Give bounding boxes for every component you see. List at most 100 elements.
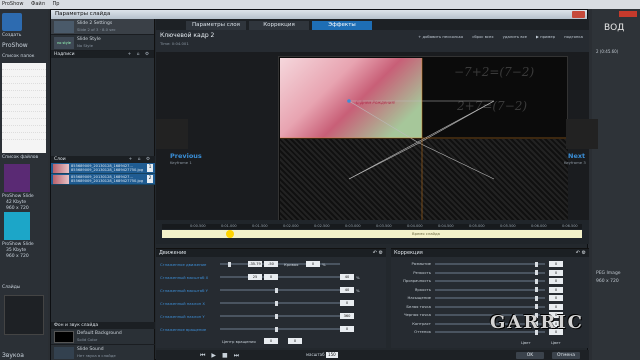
- correction-row: 0: [435, 278, 585, 284]
- correction-slider[interactable]: [435, 278, 545, 284]
- rotation-center-y[interactable]: 0: [288, 338, 302, 344]
- slider-knob[interactable]: [275, 313, 278, 319]
- file-thumb-2[interactable]: [4, 212, 30, 240]
- timeline-track[interactable]: Время слайда: [162, 230, 582, 238]
- stop-button[interactable]: ■: [222, 352, 228, 360]
- preview-canvas[interactable]: С Днем Рождения! −7+2=(7−2) 2+7=(7−2): [278, 56, 568, 223]
- add-keyframes-button[interactable]: + добавить несколько: [416, 33, 465, 40]
- slides-tab-label[interactable]: Слайды: [2, 285, 20, 290]
- next-keyframe-thumb[interactable]: [566, 119, 598, 149]
- slider-knob[interactable]: [535, 287, 538, 292]
- captions-tools[interactable]: + ⌂ ⚙: [127, 51, 151, 58]
- correction-row-label: Прозрачность: [403, 278, 431, 283]
- slide-settings-item[interactable]: Slide 2 Settings Slide 2 of 3 · 8.0 sec: [51, 19, 154, 35]
- motion-row-value-main[interactable]: 40: [340, 274, 354, 280]
- zoom-input[interactable]: 150: [325, 352, 338, 358]
- layer-row-1[interactable]: 855689009_20130128_1689427... 855689009_…: [51, 163, 155, 174]
- keyframe-timeline[interactable]: 0:00.500 0:01.000 0:01.500 0:02.000 0:02.500…: [156, 220, 589, 244]
- slider-knob[interactable]: [535, 295, 538, 301]
- slider-knob[interactable]: [275, 326, 278, 332]
- motion-row-value-2[interactable]: -50: [264, 261, 278, 267]
- motion-row-value-2[interactable]: 0: [264, 274, 278, 280]
- create-button[interactable]: [2, 13, 22, 31]
- color-label-2: Цвет: [551, 340, 561, 345]
- delete-all-button[interactable]: удалить все: [501, 33, 529, 40]
- cancel-button[interactable]: Отмена: [552, 352, 580, 359]
- menu-item-proshow[interactable]: ProShow: [2, 1, 23, 7]
- app-right-panel: ВОД 2 (0:45.60) PEG Image 960 x 720: [592, 9, 640, 360]
- tab-layer-settings[interactable]: Параметры слоя: [186, 21, 246, 30]
- app-menubar: ProShow Файл Пр: [0, 0, 640, 9]
- slide-sound-item[interactable]: Slide Sound Нет звука в слайде: [51, 345, 155, 360]
- file-thumb-1-name: ProShow Slide: [2, 194, 34, 199]
- correction-row: 0: [435, 269, 585, 276]
- slider-knob[interactable]: [535, 261, 538, 267]
- tab-correction[interactable]: Коррекция: [249, 21, 309, 30]
- motion-row-value-main[interactable]: 360: [340, 313, 354, 319]
- slider-knob[interactable]: [535, 278, 538, 284]
- slider-knob[interactable]: [535, 270, 538, 275]
- correction-value[interactable]: 0: [549, 261, 563, 267]
- motion-row-slider[interactable]: [220, 326, 340, 332]
- motion-panel-tools[interactable]: ↶ ⚙: [373, 249, 383, 257]
- motion-row: Сглаженный наклон X 0: [160, 300, 384, 306]
- menu-item-edit[interactable]: Пр: [52, 1, 59, 7]
- motion-row-label: Сглаженный масштаб Y: [160, 287, 208, 293]
- slide-style-item[interactable]: no style Slide Style No Style: [51, 35, 154, 51]
- motion-row-value-1[interactable]: 25: [248, 274, 262, 280]
- slider-knob[interactable]: [275, 287, 278, 293]
- correction-row-label: Оттенок: [414, 329, 431, 334]
- tab-effects[interactable]: Эффекты: [312, 21, 372, 30]
- previous-button[interactable]: ⏮: [200, 352, 205, 360]
- motion-row-value-main[interactable]: 0: [340, 326, 354, 332]
- timeline-tick: 0:06.000: [531, 224, 547, 228]
- correction-value[interactable]: 0: [549, 303, 563, 310]
- folder-tree[interactable]: [2, 63, 46, 153]
- correction-slider[interactable]: [435, 287, 545, 292]
- rotation-center-x[interactable]: 0: [264, 338, 278, 344]
- correction-slider[interactable]: [435, 270, 545, 275]
- previous-keyframe-thumb[interactable]: [156, 119, 188, 149]
- example-button[interactable]: ▶ пример: [534, 33, 557, 40]
- correction-panel-tools[interactable]: ↶ ⚙: [576, 249, 586, 257]
- menu-item-file[interactable]: Файл: [31, 1, 45, 7]
- app-close-button[interactable]: [619, 11, 637, 17]
- correction-value[interactable]: 0: [549, 295, 563, 301]
- reset-all-button[interactable]: сброс всех: [470, 33, 495, 40]
- motion-row-slider[interactable]: [220, 287, 340, 293]
- correction-value[interactable]: 0: [549, 286, 563, 293]
- correction-value[interactable]: 0: [549, 269, 563, 276]
- layers-tools[interactable]: + ⌂ ⚙: [128, 156, 152, 163]
- layer-2-number: 2: [147, 175, 153, 183]
- slider-knob[interactable]: [228, 261, 231, 267]
- play-button[interactable]: ▶: [211, 352, 216, 360]
- timeline-cursor[interactable]: [226, 230, 234, 238]
- slide-options-dialog: Параметры слайда Slide 2 Settings Slide …: [50, 9, 598, 360]
- motion-row-value-main[interactable]: 0: [306, 261, 320, 267]
- motion-row-slider[interactable]: [220, 300, 340, 306]
- slider-knob[interactable]: [535, 304, 538, 309]
- slide-1-thumb[interactable]: [4, 295, 44, 335]
- correction-slider[interactable]: [435, 295, 545, 301]
- motion-row-slider[interactable]: [220, 313, 340, 319]
- correction-slider[interactable]: [435, 261, 545, 267]
- layer-row-2[interactable]: 855689009_20130128_1689427... 855689009_…: [51, 174, 155, 185]
- slide-style-thumb: no style: [54, 36, 74, 49]
- previous-keyframe-label[interactable]: Previous: [170, 152, 202, 160]
- motion-row-value-main[interactable]: 0: [340, 300, 354, 306]
- fit-button[interactable]: подгонка: [562, 33, 585, 40]
- file-thumb-1[interactable]: [4, 164, 30, 192]
- ok-button[interactable]: OK: [516, 352, 544, 359]
- next-button[interactable]: ⏭: [234, 352, 239, 360]
- correction-slider[interactable]: [435, 304, 545, 309]
- correction-value[interactable]: 0: [549, 278, 563, 284]
- motion-row-slider[interactable]: [220, 274, 340, 280]
- motion-row-value-1[interactable]: -35.79: [248, 261, 262, 267]
- next-keyframe-label[interactable]: Next: [568, 152, 585, 160]
- correction-row: 0: [435, 261, 585, 267]
- default-background-item[interactable]: Default Background Solid Color: [51, 329, 155, 345]
- slider-knob[interactable]: [275, 300, 278, 306]
- sound-tab-label[interactable]: Звукоа: [2, 352, 24, 359]
- motion-row-value-main[interactable]: 40: [340, 287, 354, 293]
- dialog-close-button[interactable]: [572, 11, 585, 18]
